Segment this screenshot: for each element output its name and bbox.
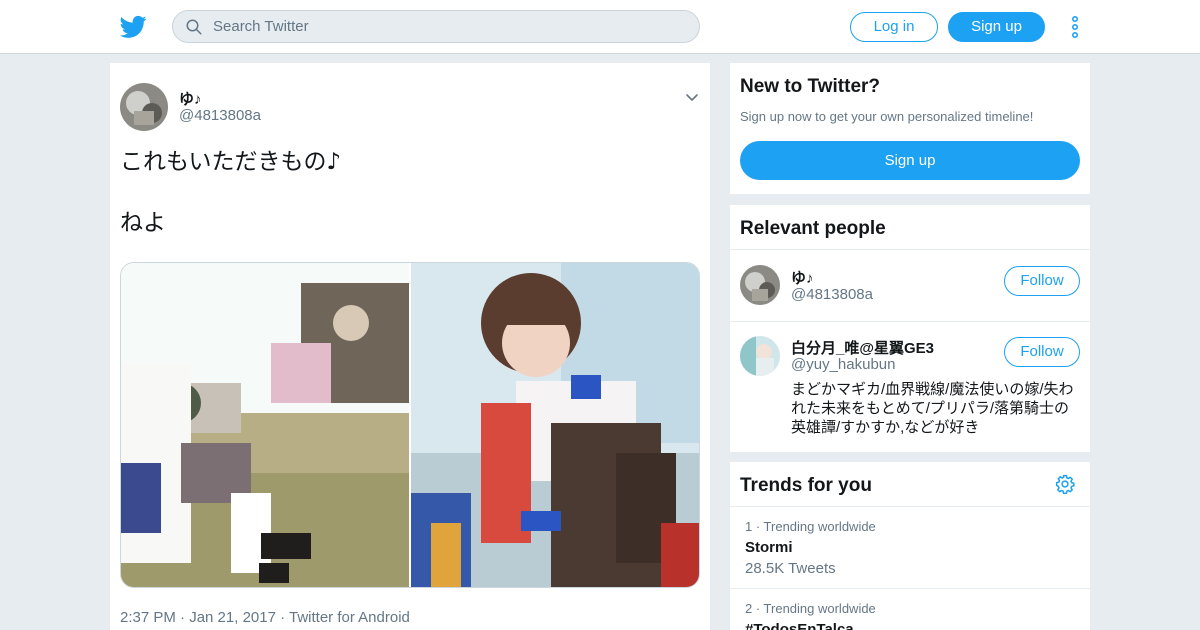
signup-card-button[interactable]: Sign up [740,141,1080,180]
relevant-people-card: Relevant people ゆ♪ @4813808a Follow 白分月_… [730,205,1090,452]
trend-meta: 2 · Trending worldwide [745,601,876,616]
divider [730,588,1090,589]
search-box[interactable] [172,10,700,43]
twitter-bird-icon[interactable] [120,13,147,40]
gear-icon[interactable] [1055,474,1075,494]
tweet-text-line-1: これもいただきもの♪ [120,149,342,175]
chevron-down-icon[interactable] [684,89,700,105]
author-name[interactable]: ゆ♪ [179,88,202,109]
trend-count: 28.5K Tweets [745,560,836,577]
divider [730,249,1090,250]
tweet-card: ゆ♪ @4813808a これもいただきもの♪ ねよ 2:37 PM · Jan… [110,63,710,630]
search-input[interactable] [213,11,683,42]
relevant-people-title: Relevant people [740,218,886,239]
divider [730,506,1090,507]
trend-meta: 1 · Trending worldwide [745,519,876,534]
person-bio: まどかマギカ/血界戦線/魔法使いの嫁/失われた未来をもとめて/プリパラ/落第騎士… [791,381,1074,436]
person-avatar[interactable] [740,336,780,376]
author-avatar[interactable] [120,83,168,131]
author-handle[interactable]: @4813808a [179,107,261,124]
signup-card: New to Twitter? Sign up now to get your … [730,63,1090,194]
person-handle[interactable]: @4813808a [791,286,873,303]
follow-button[interactable]: Follow [1004,337,1080,367]
trend-name[interactable]: #TodosEnTalca [745,621,854,630]
person-handle[interactable]: @yuy_hakubun [791,356,895,373]
trends-card: Trends for you 1 · Trending worldwide St… [730,462,1090,630]
top-navigation-bar: Log in Sign up [0,0,1200,54]
login-button[interactable]: Log in [850,12,938,42]
tweet-photo-1[interactable] [121,263,409,588]
signup-card-title: New to Twitter? [740,76,881,97]
tweet-text-line-2: ねよ [120,210,166,236]
signup-card-subtitle: Sign up now to get your own personalized… [740,109,1034,124]
follow-button[interactable]: Follow [1004,266,1080,296]
person-name[interactable]: 白分月_唯@星翼GE3 [791,337,934,358]
trend-name[interactable]: Stormi [745,539,793,556]
search-icon [186,19,202,35]
person-avatar[interactable] [740,265,780,305]
signup-button[interactable]: Sign up [948,12,1045,42]
tweet-media [120,262,700,588]
tweet-timestamp[interactable]: 2:37 PM · Jan 21, 2017 · Twitter for And… [120,609,410,626]
tweet-photo-2[interactable] [411,263,700,588]
divider [730,321,1090,322]
person-name[interactable]: ゆ♪ [791,267,814,288]
more-vertical-icon[interactable] [1066,14,1084,40]
trends-title: Trends for you [740,475,872,496]
